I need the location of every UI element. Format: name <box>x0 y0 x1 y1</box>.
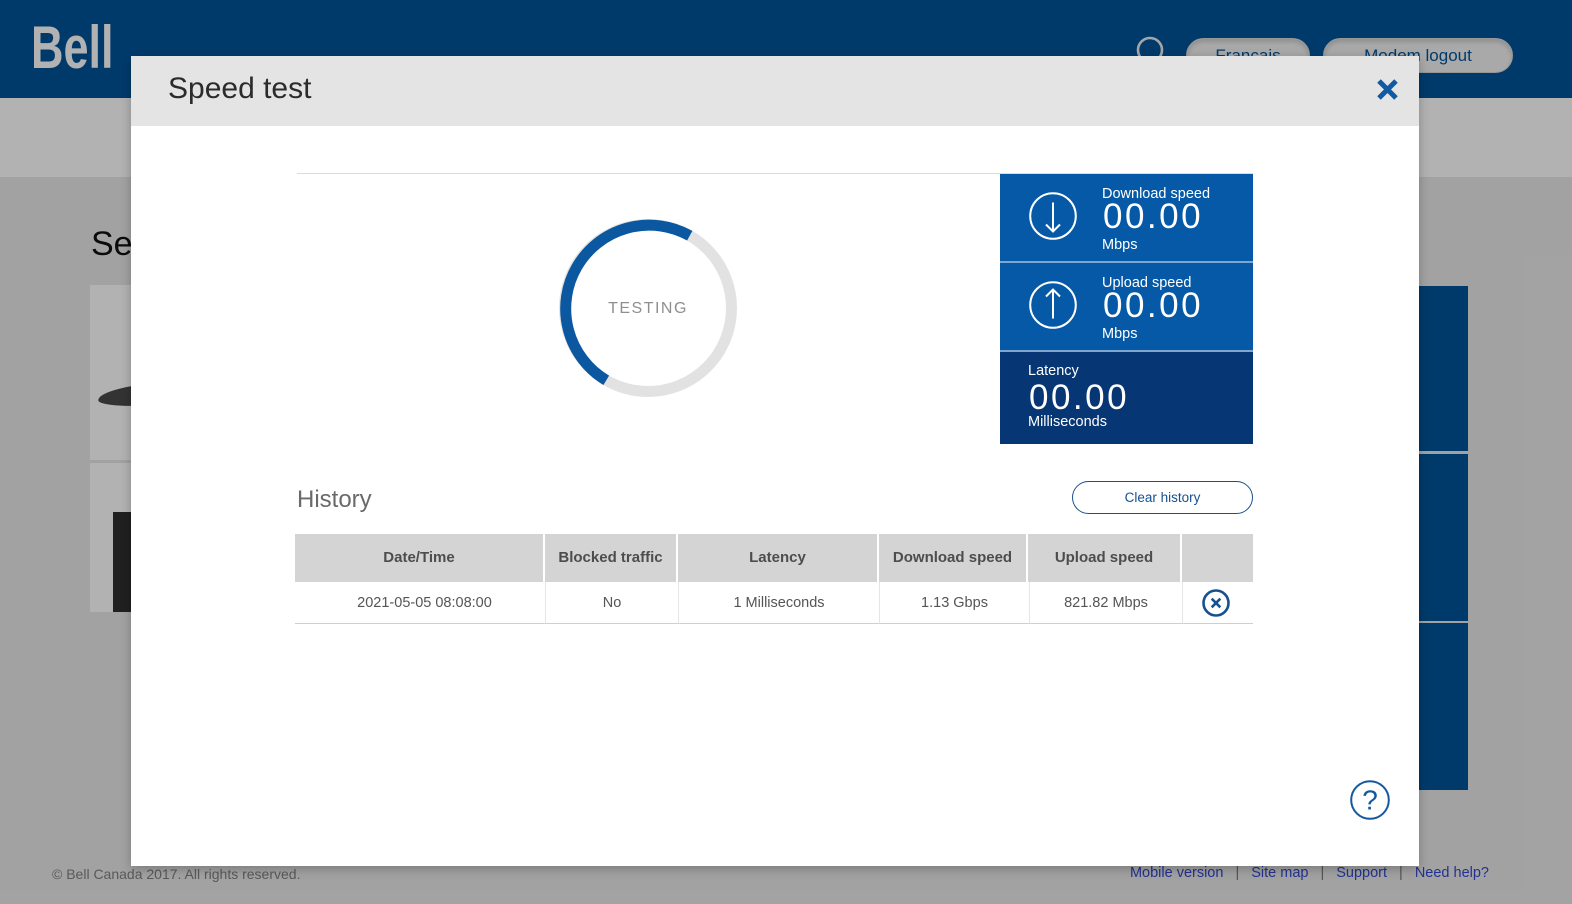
svg-text:?: ? <box>1362 785 1378 816</box>
